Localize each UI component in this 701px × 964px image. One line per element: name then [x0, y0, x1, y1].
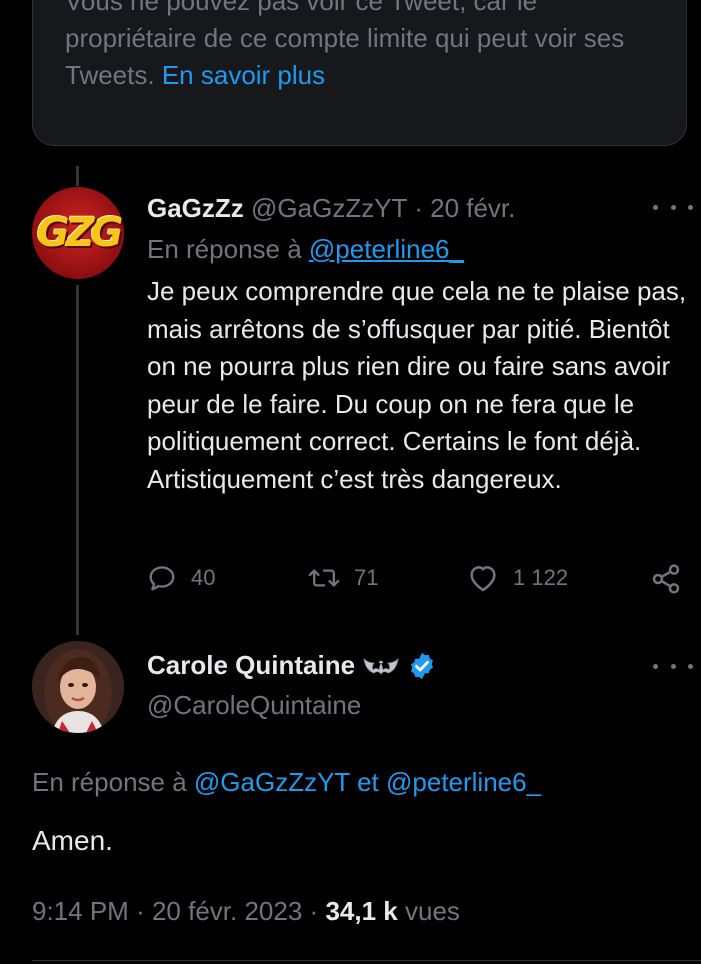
reply-and: et — [357, 767, 379, 797]
tweet-header: GaGzZz @GaGzZzYT · 20 févr. — [147, 193, 515, 224]
retweet-button[interactable]: 71 — [308, 563, 378, 593]
tweet-header: Carole Quintaine — [147, 650, 437, 681]
more-icon[interactable] — [653, 656, 693, 676]
retweet-count: 71 — [354, 565, 379, 590]
tweet-date[interactable]: 20 févr. — [430, 193, 515, 223]
notice-text: Vous ne pouvez pas voir ce Tweet, car le… — [65, 0, 665, 94]
thread-line — [76, 166, 79, 186]
views-label: vues — [404, 896, 460, 926]
avatar-photo — [32, 641, 124, 733]
reply-handle-link[interactable]: @peterline6_ — [309, 234, 464, 264]
share-button[interactable] — [650, 563, 682, 595]
reply-count: 40 — [191, 565, 216, 590]
author-handle[interactable]: @GaGzZzYT — [251, 193, 407, 223]
tweet-date[interactable]: 20 févr. 2023 — [152, 896, 302, 926]
bat-icon — [363, 657, 399, 675]
avatar-logo: GZG — [36, 210, 124, 256]
tweet-text: Je peux comprendre que cela ne te plaise… — [147, 276, 687, 494]
reply-context: En réponse à @GaGzZzYT et @peterline6_ — [32, 767, 541, 798]
like-count: 1 122 — [513, 565, 569, 590]
separator: · — [309, 896, 319, 926]
separator: · — [414, 193, 423, 223]
reply-icon — [149, 566, 175, 591]
verified-badge-icon[interactable] — [407, 651, 437, 681]
like-button[interactable]: 1 122 — [467, 563, 568, 593]
tweet-time[interactable]: 9:14 PM — [32, 896, 129, 926]
reply-prefix: En réponse à — [32, 767, 187, 797]
reply-context: En réponse à @peterline6_ — [147, 234, 464, 265]
restricted-tweet-notice: Vous ne pouvez pas voir ce Tweet, car le… — [32, 0, 687, 146]
reply-handle-link[interactable]: @peterline6_ — [386, 767, 541, 797]
divider — [32, 960, 701, 961]
share-icon — [652, 564, 680, 594]
separator: · — [136, 896, 145, 926]
author-name[interactable]: Carole Quintaine — [147, 650, 355, 681]
tweet-text: Amen. — [32, 825, 113, 856]
avatar[interactable]: GZG — [32, 187, 124, 279]
author-handle[interactable]: @CaroleQuintaine — [147, 690, 361, 721]
reply-button[interactable]: 40 — [147, 563, 215, 593]
like-icon — [470, 566, 496, 592]
learn-more-link[interactable]: En savoir plus — [162, 60, 325, 90]
avatar[interactable] — [32, 641, 124, 733]
notice-message: Vous ne pouvez pas voir ce Tweet, car le… — [65, 0, 625, 90]
views-count[interactable]: 34,1 k — [325, 896, 397, 926]
retweet-icon — [308, 569, 340, 587]
reply-prefix: En réponse à — [147, 234, 302, 264]
tweet-meta: 9:14 PM · 20 févr. 2023 · 34,1 k vues — [32, 896, 460, 927]
author-name[interactable]: GaGzZz — [147, 193, 244, 223]
more-icon[interactable] — [653, 197, 693, 217]
thread-line — [76, 285, 79, 635]
reply-handle-link[interactable]: @GaGzZzYT — [194, 767, 350, 797]
